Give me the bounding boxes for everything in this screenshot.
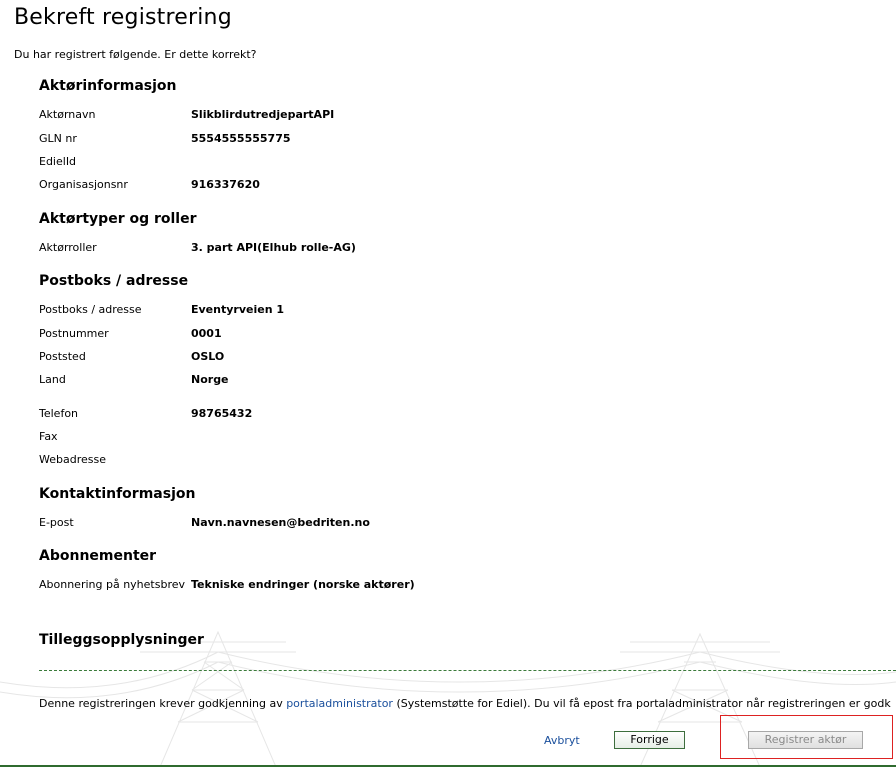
section-divider — [39, 670, 896, 671]
section-heading-additional-info: Tilleggsopplysninger — [39, 632, 204, 648]
gln-value: 5554555555775 — [191, 132, 291, 145]
page-title: Bekreft registrering — [14, 5, 232, 30]
newsletter-value: Tekniske endringer (norske aktører) — [191, 578, 415, 591]
phone-label: Telefon — [39, 407, 79, 420]
org-number-value: 916337620 — [191, 178, 260, 191]
org-number-label: Organisasjonsnr — [39, 178, 128, 191]
approval-note: Denne registreringen krever godkjenning … — [39, 697, 891, 710]
gln-label: GLN nr — [39, 132, 77, 145]
section-heading-subscriptions: Abonnementer — [39, 548, 157, 564]
phone-value: 98765432 — [191, 407, 253, 420]
city-label: Poststed — [39, 350, 86, 363]
country-label: Land — [39, 373, 66, 386]
register-actor-button[interactable]: Registrer aktør — [748, 731, 863, 749]
previous-button[interactable]: Forrige — [614, 731, 685, 749]
cancel-link[interactable]: Avbryt — [544, 734, 580, 747]
approval-note-suffix: (Systemstøtte for Ediel). Du vil få epos… — [392, 697, 891, 710]
web-address-label: Webadresse — [39, 453, 106, 466]
postal-code-label: Postnummer — [39, 327, 109, 340]
newsletter-label: Abonnering på nyhetsbrev — [39, 578, 186, 591]
country-value: Norge — [191, 373, 229, 386]
address-value: Eventyrveien 1 — [191, 303, 285, 316]
email-label: E-post — [39, 516, 74, 529]
actor-name-label: Aktørnavn — [39, 108, 96, 121]
section-heading-roles: Aktørtyper og roller — [39, 211, 197, 227]
portal-admin-link[interactable]: portaladministrator — [286, 697, 393, 710]
email-value: Navn.navnesen@bedriten.no — [191, 516, 370, 529]
section-heading-address: Postboks / adresse — [39, 273, 189, 289]
ediel-id-label: EdielId — [39, 155, 77, 168]
roles-label: Aktørroller — [39, 241, 97, 254]
address-label: Postboks / adresse — [39, 303, 142, 316]
roles-value: 3. part API(Elhub rolle-AG) — [191, 241, 356, 254]
approval-note-prefix: Denne registreringen krever godkjenning … — [39, 697, 287, 710]
section-heading-actor-info: Aktørinformasjon — [39, 78, 177, 94]
postal-code-value: 0001 — [191, 327, 222, 340]
fax-label: Fax — [39, 430, 58, 443]
city-value: OSLO — [191, 350, 225, 363]
section-heading-contact: Kontaktinformasjon — [39, 486, 196, 502]
intro-text: Du har registrert følgende. Er dette kor… — [14, 48, 257, 61]
actor-name-value: SlikblirdutredjepartAPI — [191, 108, 335, 121]
